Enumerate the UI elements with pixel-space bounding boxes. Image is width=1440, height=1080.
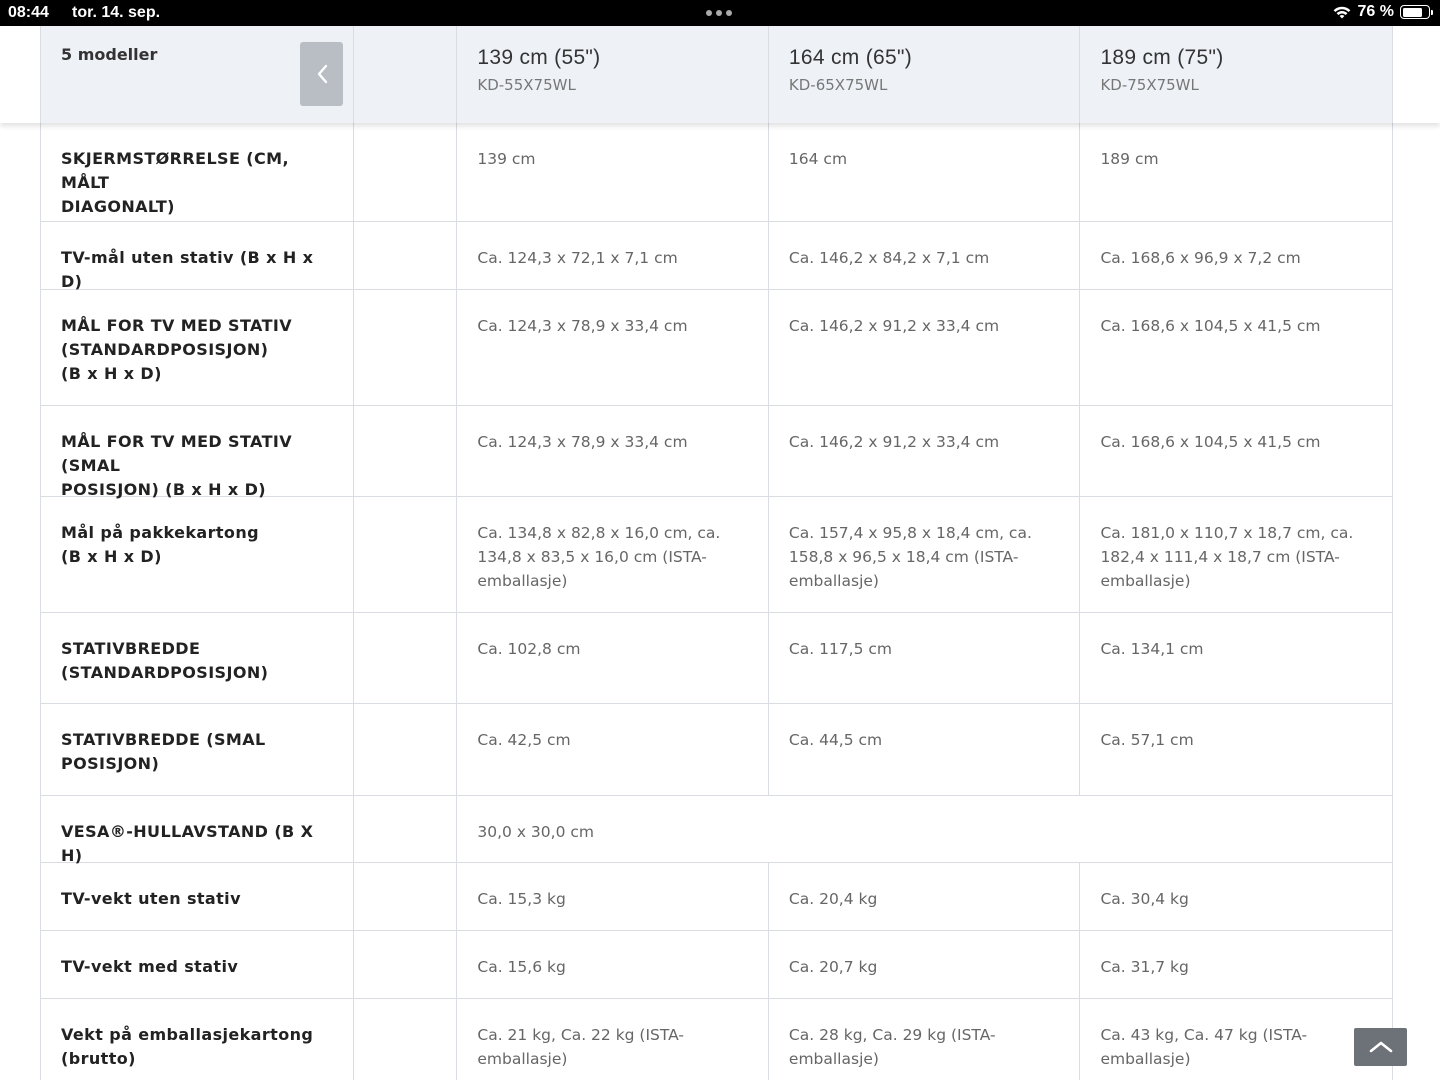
status-date: tor. 14. sep. (72, 4, 161, 21)
spec-value: Ca. 146,2 x 84,2 x 7,1 cm (788, 249, 990, 267)
spec-value: Ca. 57,1 cm (1100, 731, 1194, 749)
spec-value: Ca. 168,6 x 104,5 x 41,5 cm (1100, 317, 1321, 335)
table-row: VESA®-HULLAVSTAND (B X H) 30,0 x 30,0 cm (41, 796, 1392, 865)
spec-label: TV-vekt uten stativ (61, 889, 241, 908)
spec-value: Ca. 20,4 kg (788, 890, 878, 908)
table-row: Vekt på emballasjekartong (brutto) Ca. 2… (41, 999, 1392, 1080)
table-row: TV-mål uten stativ (B x H x D) Ca. 124,3… (41, 222, 1392, 291)
spec-value: Ca. 124,3 x 78,9 x 33,4 cm (477, 433, 688, 451)
spec-label: STATIVBREDDE (STANDARDPOSISJON) (61, 639, 269, 682)
model-code: KD-75X75WL (1100, 76, 1199, 94)
status-time: 08:44 (8, 4, 49, 21)
spec-label: SKJERMSTØRRELSE (CM, MÅLT DIAGONALT) (61, 149, 289, 216)
spec-value: Ca. 21 kg, Ca. 22 kg (ISTA- emballasje) (477, 1026, 685, 1068)
spec-value: Ca. 117,5 cm (788, 640, 893, 658)
spec-label: VESA®-HULLAVSTAND (B X H) (61, 822, 314, 865)
spec-value: Ca. 102,8 cm (477, 640, 581, 658)
spec-value: Ca. 28 kg, Ca. 29 kg (ISTA- emballasje) (788, 1026, 996, 1068)
spec-label: Vekt på emballasjekartong (brutto) (61, 1025, 314, 1068)
battery-icon (1400, 5, 1433, 19)
spec-value: Ca. 31,7 kg (1100, 958, 1189, 976)
models-count-label: 5 modeller (61, 45, 158, 64)
spec-value: Ca. 146,2 x 91,2 x 33,4 cm (788, 317, 1000, 335)
spec-value: Ca. 15,6 kg (477, 958, 566, 976)
spec-value: Ca. 134,1 cm (1100, 640, 1204, 658)
wifi-icon (1333, 6, 1350, 19)
status-bar: 08:44 tor. 14. sep. 76 % (0, 0, 1440, 26)
spec-value: 189 cm (1100, 150, 1159, 168)
scroll-to-top-button[interactable] (1354, 1028, 1407, 1066)
model-code: KD-55X75WL (477, 76, 576, 94)
compare-header: 5 modeller 139 cm (55") KD-55X75WL 164 c… (0, 26, 1440, 123)
spec-table: SKJERMSTØRRELSE (CM, MÅLT DIAGONALT) 139… (40, 123, 1393, 1080)
chevron-up-icon (1369, 1041, 1392, 1053)
spec-value: Ca. 44,5 cm (788, 731, 883, 749)
model-column-header[interactable]: 164 cm (65") KD-65X75WL (769, 26, 1081, 123)
multitasking-dots-icon[interactable] (706, 10, 732, 16)
spec-value: Ca. 146,2 x 91,2 x 33,4 cm (788, 433, 1000, 451)
spec-value: Ca. 20,7 kg (788, 958, 878, 976)
header-gap-cell (354, 26, 458, 123)
table-row: MÅL FOR TV MED STATIV (STANDARDPOSISJON)… (41, 290, 1392, 406)
spec-value: Ca. 43 kg, Ca. 47 kg (ISTA- emballasje) (1100, 1026, 1308, 1068)
spec-value: Ca. 124,3 x 78,9 x 33,4 cm (477, 317, 688, 335)
spec-value: Ca. 134,8 x 82,8 x 16,0 cm, ca. 134,8 x … (477, 524, 721, 590)
spec-label: MÅL FOR TV MED STATIV (STANDARDPOSISJON)… (61, 316, 293, 383)
spec-value: Ca. 168,6 x 96,9 x 7,2 cm (1100, 249, 1301, 267)
spec-value: 30,0 x 30,0 cm (477, 823, 594, 841)
spec-value: Ca. 124,3 x 72,1 x 7,1 cm (477, 249, 678, 267)
table-row: STATIVBREDDE (SMAL POSISJON) Ca. 42,5 cm… (41, 704, 1392, 796)
spec-value: Ca. 181,0 x 110,7 x 18,7 cm, ca. 182,4 x… (1100, 524, 1354, 590)
battery-fill (1402, 7, 1422, 17)
model-size: 139 cm (55") (477, 46, 601, 69)
spec-label: MÅL FOR TV MED STATIV (SMAL POSISJON) (B… (61, 432, 293, 499)
chevron-left-icon (317, 64, 327, 84)
spec-value: Ca. 30,4 kg (1100, 890, 1189, 908)
spec-label: TV-vekt med stativ (61, 957, 239, 976)
status-indicators: 76 % (1332, 3, 1433, 21)
models-count-cell: 5 modeller (41, 26, 354, 123)
previous-models-button[interactable] (300, 42, 343, 106)
table-row: STATIVBREDDE (STANDARDPOSISJON) Ca. 102,… (41, 613, 1392, 704)
table-row: Mål på pakkekartong (B x H x D) Ca. 134,… (41, 497, 1392, 613)
battery-percent: 76 % (1357, 3, 1394, 20)
model-column-header[interactable]: 189 cm (75") KD-75X75WL (1080, 26, 1392, 123)
table-row: SKJERMSTØRRELSE (CM, MÅLT DIAGONALT) 139… (41, 123, 1392, 222)
spec-value: 139 cm (477, 150, 536, 168)
spec-value: Ca. 168,6 x 104,5 x 41,5 cm (1100, 433, 1321, 451)
spec-label: TV-mål uten stativ (B x H x D) (61, 248, 314, 291)
spec-value: Ca. 42,5 cm (477, 731, 571, 749)
model-size: 164 cm (65") (788, 46, 913, 69)
model-size: 189 cm (75") (1100, 46, 1224, 69)
table-row: TV-vekt med stativ Ca. 15,6 kg Ca. 20,7 … (41, 931, 1392, 999)
spec-value: Ca. 157,4 x 95,8 x 18,4 cm, ca. 158,8 x … (788, 524, 1032, 590)
spec-value: 164 cm (788, 150, 848, 168)
table-row: MÅL FOR TV MED STATIV (SMAL POSISJON) (B… (41, 406, 1392, 499)
model-column-header[interactable]: 139 cm (55") KD-55X75WL (457, 26, 769, 123)
spec-label: STATIVBREDDE (SMAL POSISJON) (61, 730, 266, 773)
spec-label: Mål på pakkekartong (B x H x D) (61, 523, 259, 566)
spec-value: Ca. 15,3 kg (477, 890, 566, 908)
table-row: TV-vekt uten stativ Ca. 15,3 kg Ca. 20,4… (41, 863, 1392, 931)
model-code: KD-65X75WL (788, 76, 888, 94)
